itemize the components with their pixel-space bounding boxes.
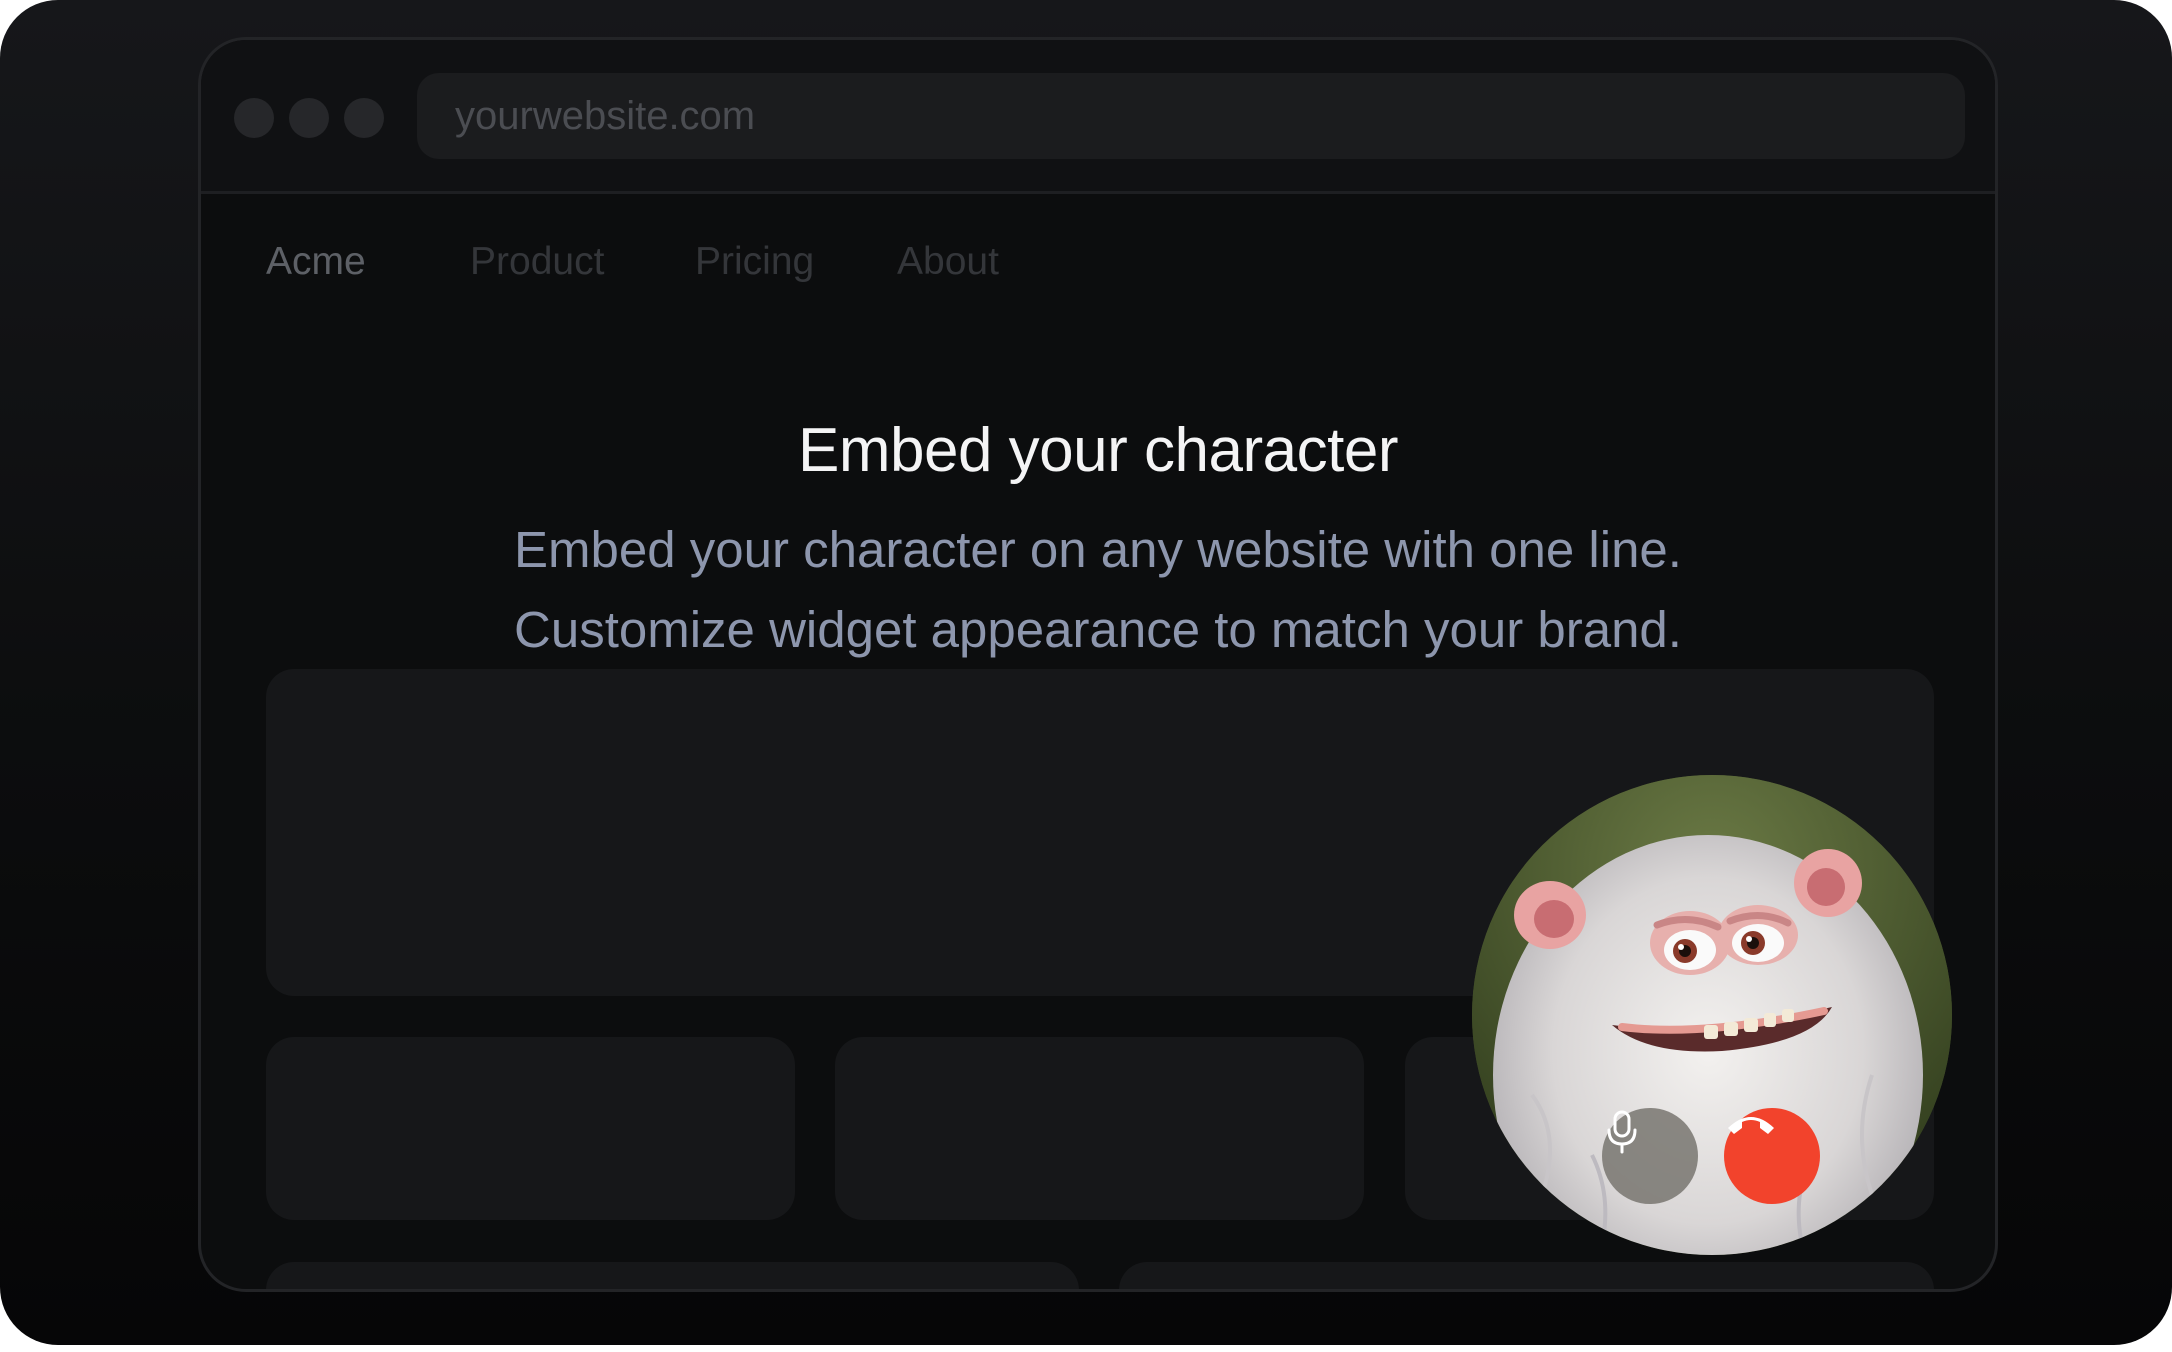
placeholder-card-4 (266, 1262, 1079, 1289)
character-avatar-image (1472, 775, 1952, 1255)
window-maximize-dot[interactable] (344, 98, 384, 138)
nav-link-about[interactable]: About (897, 240, 999, 284)
nav-brand[interactable]: Acme (266, 240, 366, 284)
window-close-dot[interactable] (234, 98, 274, 138)
mute-microphone-button[interactable] (1602, 1108, 1698, 1204)
nav-link-pricing[interactable]: Pricing (695, 240, 814, 284)
hero-subtitle-line-1: Embed your character on any website with… (514, 521, 1682, 578)
placeholder-card-2 (835, 1037, 1364, 1220)
end-call-button[interactable] (1724, 1108, 1820, 1204)
hero-subtitle: Embed your character on any website with… (201, 510, 1995, 670)
nav-link-product[interactable]: Product (470, 240, 604, 284)
placeholder-card-1 (266, 1037, 795, 1220)
window-minimize-dot[interactable] (289, 98, 329, 138)
microphone-icon (1607, 1110, 1637, 1154)
browser-titlebar: yourwebsite.com (201, 40, 1995, 194)
end-call-icon (1728, 1117, 1774, 1134)
character-video-widget[interactable] (1472, 775, 1952, 1255)
app-frame: yourwebsite.com Acme Product Pricing Abo… (0, 0, 2172, 1345)
address-bar[interactable]: yourwebsite.com (417, 73, 1965, 159)
hero-subtitle-line-2: Customize widget appearance to match you… (514, 601, 1682, 658)
hero-title: Embed your character (798, 416, 1398, 485)
placeholder-card-5 (1119, 1262, 1934, 1289)
